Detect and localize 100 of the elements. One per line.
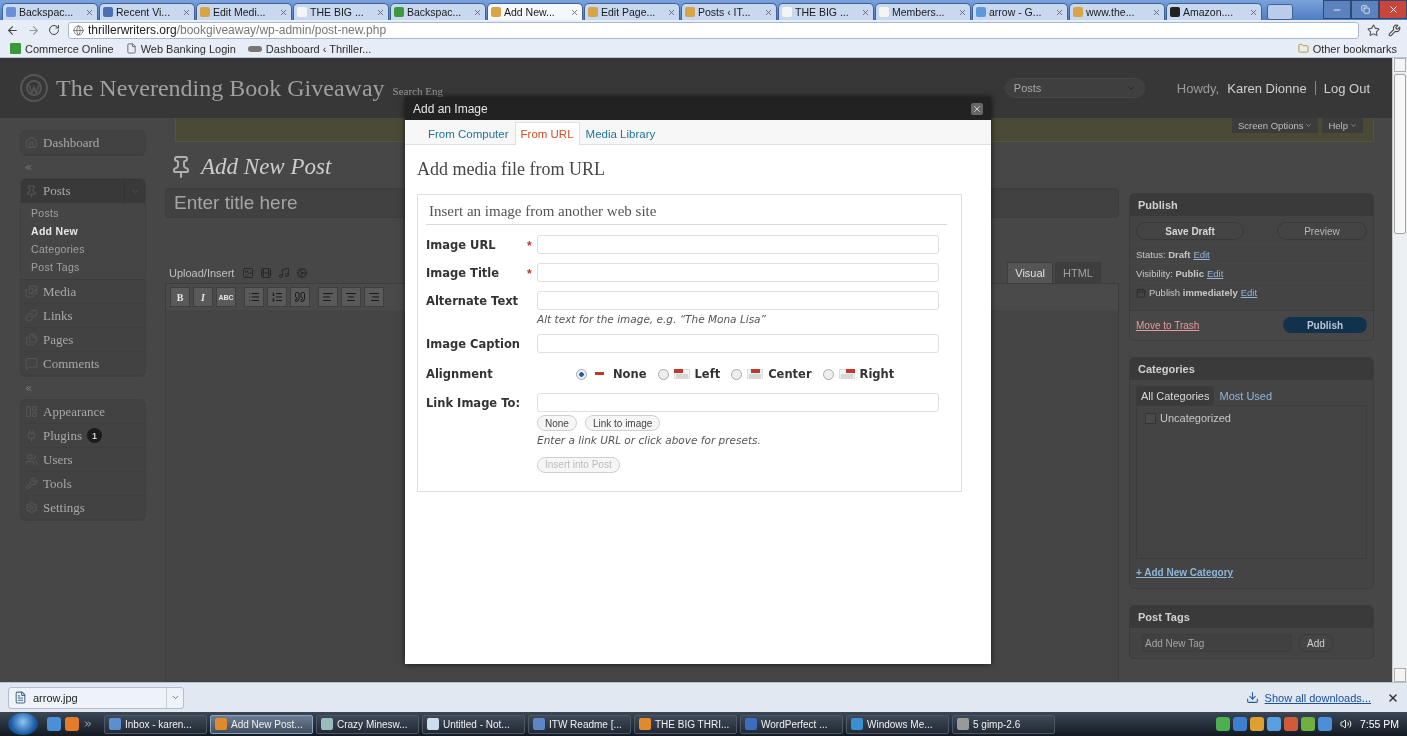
menu-header[interactable]: Posts	[21, 179, 145, 203]
edit-link[interactable]: Edit	[1193, 249, 1210, 260]
browser-tab[interactable]: THE BIG ...	[778, 3, 874, 20]
browser-tab[interactable]: Edit Page...	[584, 3, 680, 20]
close-button[interactable]	[971, 102, 983, 115]
submenu-item[interactable]: Post Tags	[21, 258, 145, 276]
browser-tab[interactable]: THE BIG ...	[293, 3, 389, 20]
taskbar-button[interactable]: ITW Readme [...	[528, 714, 631, 734]
dialog-tab[interactable]: From Computer	[422, 122, 515, 145]
bookmark[interactable]: Web Banking Login	[125, 42, 236, 55]
speaker-icon[interactable]	[1339, 718, 1352, 730]
toolbar-button[interactable]	[318, 287, 338, 307]
menu-item[interactable]: Pages	[21, 328, 145, 352]
site-title[interactable]: The Neverending Book Giveaway	[56, 74, 385, 102]
logo-icon[interactable]	[20, 74, 48, 102]
browser-tab[interactable]: Posts ‹ IT...	[681, 3, 777, 20]
dialog-tab[interactable]: Media Library	[579, 122, 662, 145]
minimize-button[interactable]	[1323, 0, 1351, 19]
toolbar-button[interactable]	[290, 287, 310, 307]
taskbar-button[interactable]: Untitled - Not...	[422, 714, 525, 734]
browser-tab[interactable]: www.the...	[1069, 3, 1165, 20]
category-tab[interactable]: All Categories	[1136, 386, 1215, 405]
show-downloads-link[interactable]: Show all downloads...	[1264, 691, 1371, 704]
toolbar-button[interactable]	[244, 287, 264, 307]
browser-tab[interactable]: Members...	[875, 3, 971, 20]
radio-button[interactable]	[657, 368, 669, 380]
browser-tab[interactable]: Backspac...	[2, 3, 98, 20]
radio-button[interactable]	[822, 368, 834, 380]
image-icon[interactable]	[242, 267, 255, 279]
menu-item[interactable]: Links	[21, 304, 145, 328]
new-tab-button[interactable]	[1267, 4, 1293, 20]
cog-icon[interactable]	[296, 267, 309, 279]
toolbar-button[interactable]	[267, 287, 287, 307]
screen-options-button[interactable]: Screen Options	[1231, 118, 1319, 133]
input-field[interactable]	[537, 263, 939, 282]
star-icon[interactable]	[1367, 23, 1380, 37]
logout-link[interactable]: Log Out	[1323, 80, 1370, 96]
menu-item[interactable]: Comments	[21, 352, 145, 376]
toolbar-button[interactable]: I	[193, 287, 213, 307]
toolbar-button[interactable]: B	[170, 287, 190, 307]
quick-launch-icon[interactable]	[47, 717, 61, 731]
radio-button[interactable]	[731, 368, 743, 380]
toolbar-button[interactable]	[341, 287, 361, 307]
submenu-item[interactable]: Add New	[21, 222, 145, 240]
bookmark[interactable]: Other bookmarks	[1297, 42, 1397, 55]
dialog-tab[interactable]: From URL	[514, 122, 580, 145]
favorite-actions-dropdown[interactable]: Posts	[1004, 78, 1145, 98]
close-button[interactable]	[1379, 0, 1407, 19]
radio-button[interactable]	[576, 368, 587, 380]
tag-field[interactable]: Add New Tag	[1142, 634, 1292, 652]
trash-link[interactable]: Move to Trash	[1136, 319, 1200, 331]
edit-link[interactable]: Edit	[1206, 268, 1224, 279]
menu-item[interactable]: Plugins 1	[21, 424, 145, 448]
input-field[interactable]	[537, 235, 939, 254]
wrench-icon[interactable]	[1388, 23, 1401, 37]
taskbar-button[interactable]: THE BIG THRI...	[634, 714, 737, 734]
browser-tab[interactable]: Backspac...	[390, 3, 486, 20]
taskbar-button[interactable]: Add New Post...	[210, 714, 313, 734]
add-category-link[interactable]: + Add New Category	[1136, 567, 1367, 578]
menu-item[interactable]: Users	[21, 448, 145, 472]
restore-button[interactable]	[1351, 0, 1379, 19]
close-icon[interactable]	[1387, 691, 1399, 704]
edit-link[interactable]: Edit	[1240, 287, 1258, 298]
collapse-icon[interactable]	[24, 162, 33, 172]
taskbar-button[interactable]: Inbox - karen...	[104, 714, 207, 734]
collapse-icon[interactable]	[24, 383, 33, 393]
music-icon[interactable]	[278, 267, 291, 279]
menu-item[interactable]: Media	[21, 280, 145, 304]
toolbar-button[interactable]	[364, 287, 384, 307]
preset-button[interactable]: None	[537, 415, 577, 431]
input-field[interactable]	[537, 393, 939, 412]
browser-tab[interactable]: Recent Vi...	[99, 3, 195, 20]
input-field[interactable]	[537, 291, 939, 310]
browser-tab[interactable]: arrow - G...	[972, 3, 1068, 20]
address-field[interactable]: thrillerwriters.org/bookgiveaway/wp-admin/post-new.php	[68, 21, 1359, 39]
help-button[interactable]: Help	[1322, 118, 1363, 133]
taskbar-button[interactable]: Crazy Minesw...	[316, 714, 419, 734]
taskbar-button[interactable]: WordPerfect ...	[740, 714, 843, 734]
caret-icon[interactable]	[170, 693, 180, 702]
start-button[interactable]	[8, 713, 38, 735]
more-icon[interactable]	[83, 719, 93, 729]
taskbar-button[interactable]: Windows Me...	[846, 714, 949, 734]
back-icon[interactable]	[6, 23, 19, 37]
menu-item[interactable]: Tools	[21, 472, 145, 496]
editor-tab[interactable]: Visual	[1007, 262, 1054, 283]
forward-icon[interactable]	[27, 23, 40, 37]
submenu-item[interactable]: Posts	[21, 204, 145, 222]
film-icon[interactable]	[260, 267, 273, 279]
scrollbar[interactable]	[1392, 58, 1407, 682]
browser-tab[interactable]: Edit Medi...	[196, 3, 292, 20]
submenu-item[interactable]: Categories	[21, 240, 145, 258]
download-item[interactable]: arrow.jpg	[8, 686, 184, 709]
menu-item[interactable]: Settings	[21, 496, 145, 520]
input-field[interactable]	[537, 334, 939, 353]
tray-icons-drawing[interactable]	[1215, 717, 1332, 731]
category-tab[interactable]: Most Used	[1214, 386, 1278, 405]
menu-item[interactable]: Dashboard	[21, 131, 145, 155]
quick-launch-icon[interactable]	[65, 717, 79, 731]
reload-icon[interactable]	[48, 24, 60, 36]
publish-button[interactable]: Publish	[1283, 317, 1367, 333]
